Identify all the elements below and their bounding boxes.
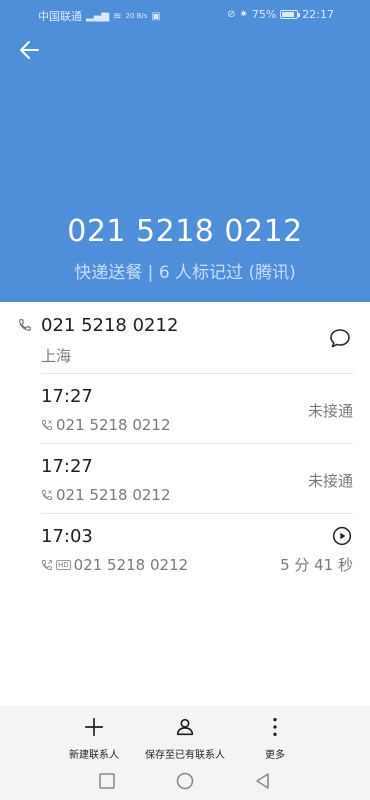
header-phone-number: 021 5218 0212 (67, 214, 303, 249)
carrier-label: 中国联通 (38, 10, 82, 23)
save-to-existing-label: 保存至已有联系人 (145, 750, 225, 761)
more-button[interactable]: 更多 (225, 714, 325, 762)
hd-badge: HD (56, 560, 71, 570)
missed-call-icon (42, 420, 52, 430)
back-nav-icon[interactable] (252, 770, 274, 792)
call-time: 17:27 (41, 456, 93, 477)
call-subline: 021 5218 0212 (41, 416, 171, 434)
bottom-action-bar: 新建联系人 保存至已有联系人 更多 (0, 706, 370, 764)
person-icon (176, 718, 194, 736)
signal-icon: ▂▄▆ (86, 10, 110, 22)
more-label: 更多 (265, 750, 285, 761)
call-time: 17:03 (41, 526, 93, 547)
call-log-item[interactable]: 17:27 021 5218 0212 未接通 (0, 374, 370, 444)
recent-apps-icon[interactable] (96, 770, 118, 792)
dnd-icon: ⊘ (227, 9, 236, 20)
phone-icon (19, 319, 31, 331)
call-subline: HD 021 5218 0212 (41, 556, 188, 574)
contact-location: 上海 (41, 347, 72, 365)
battery-icon (280, 10, 301, 19)
outgoing-call-icon (42, 560, 52, 570)
play-recording-icon[interactable] (332, 526, 352, 546)
call-duration: 5 分 41 秒 (280, 556, 353, 574)
new-contact-label: 新建联系人 (69, 750, 119, 761)
status-bar: 中国联通 ▂▄▆ ≋ 20 B/s ▣ ⊘ ✷ 75% 22:17 (0, 0, 370, 28)
plus-icon (84, 717, 104, 737)
call-subline: 021 5218 0212 (41, 486, 171, 504)
call-number: 021 5218 0212 (56, 416, 171, 434)
contact-number: 021 5218 0212 (41, 315, 179, 336)
home-icon[interactable] (174, 770, 196, 792)
missed-call-icon (42, 490, 52, 500)
message-icon[interactable] (328, 326, 352, 350)
eye-comfort-icon: ✷ (239, 9, 248, 20)
net-speed: 20 B/s (125, 11, 148, 20)
call-status: 未接通 (307, 472, 353, 490)
contact-header: 中国联通 ▂▄▆ ≋ 20 B/s ▣ ⊘ ✷ 75% 22:17 021 52… (0, 0, 370, 302)
number-tag-line: 快递送餐 | 6 人标记过 (腾讯) (74, 263, 296, 283)
battery-percent: 75% (251, 8, 277, 21)
wifi-icon: ≋ (113, 10, 122, 22)
save-to-existing-button[interactable]: 保存至已有联系人 (135, 714, 235, 762)
contact-number-row[interactable]: 021 5218 0212 上海 (0, 302, 370, 374)
new-contact-button[interactable]: 新建联系人 (44, 714, 144, 762)
call-log-item[interactable]: 17:27 021 5218 0212 未接通 (0, 444, 370, 514)
call-number: 021 5218 0212 (56, 486, 171, 504)
back-arrow-icon[interactable] (16, 36, 44, 64)
app-notification-icon: ▣ (151, 10, 161, 22)
clock: 22:17 (302, 8, 334, 21)
call-time: 17:27 (41, 386, 93, 407)
system-nav-bar (0, 764, 370, 800)
call-number: 021 5218 0212 (73, 556, 189, 574)
call-log-item[interactable]: 17:03 HD 021 5218 0212 5 分 41 秒 (0, 514, 370, 584)
more-vertical-icon (273, 718, 277, 736)
call-status: 未接通 (307, 402, 353, 420)
